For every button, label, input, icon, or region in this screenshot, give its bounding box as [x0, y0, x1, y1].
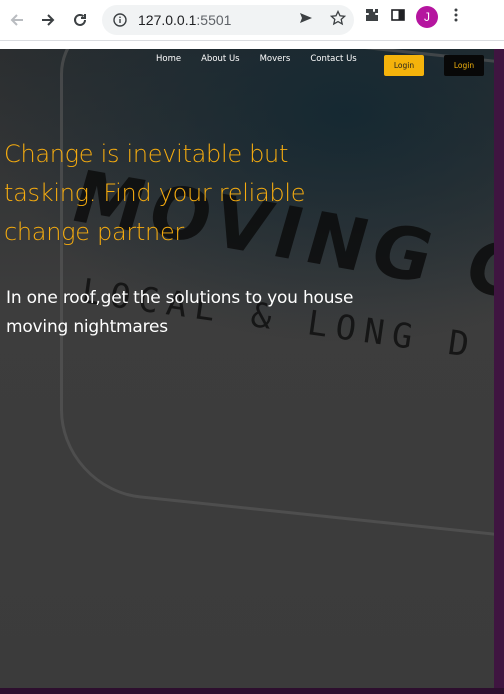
address-bar[interactable]: 127.0.0.1:5501: [102, 5, 354, 35]
nav-movers[interactable]: Movers: [260, 54, 291, 64]
nav-home[interactable]: Home: [156, 54, 181, 64]
more-menu-icon[interactable]: [448, 7, 464, 27]
hero-section: MOVING CO LOCAL & LONG D Home About Us M…: [0, 49, 494, 688]
forward-button[interactable]: [34, 6, 62, 34]
login-button-secondary[interactable]: Login: [444, 55, 484, 76]
reload-icon: [74, 13, 86, 26]
desktop-background: [494, 49, 504, 694]
toolbar-gap: [0, 41, 504, 49]
url-text: 127.0.0.1:5501: [138, 12, 232, 28]
reload-button[interactable]: [66, 6, 94, 34]
send-tab-icon[interactable]: [298, 10, 314, 30]
site-info-icon[interactable]: [112, 12, 128, 28]
back-button[interactable]: [3, 6, 31, 34]
browser-toolbar: 127.0.0.1:5501 J: [0, 0, 504, 40]
back-arrow-icon: [10, 14, 23, 26]
hero-headline: Change is inevitable but tasking. Find y…: [4, 140, 306, 246]
profile-avatar[interactable]: J: [416, 6, 438, 28]
side-panel-icon[interactable]: [390, 7, 406, 27]
extensions-puzzle-icon[interactable]: [364, 7, 380, 27]
nav-contact-us[interactable]: Contact Us: [310, 54, 356, 64]
bookmark-star-icon[interactable]: [329, 9, 347, 30]
login-button-primary[interactable]: Login: [384, 55, 424, 76]
desktop-background-bottom: [0, 688, 504, 694]
forward-arrow-icon: [42, 14, 55, 26]
nav-about-us[interactable]: About Us: [201, 54, 239, 64]
hero-subline: In one roof,get the solutions to you hou…: [6, 288, 354, 337]
main-nav: Home About Us Movers Contact Us: [156, 54, 377, 64]
